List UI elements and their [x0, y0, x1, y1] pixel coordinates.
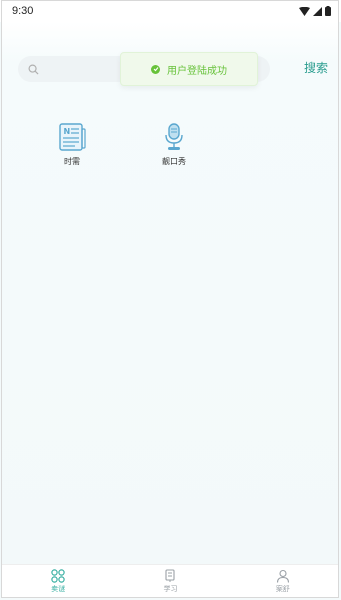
status-bar: 9:30 [0, 0, 341, 22]
login-success-toast: 用户登陆成功 [120, 52, 258, 86]
grid-item-label: 时需 [64, 157, 80, 166]
tab-profile[interactable]: 案舒 [253, 569, 313, 594]
book-icon [165, 569, 176, 582]
bottom-tab-bar: 卖谜 学习 案舒 [2, 564, 339, 598]
microphone-icon [165, 123, 183, 150]
grid-item-news[interactable]: N 时需 [32, 122, 112, 178]
feature-grid: N 时需 靓口秀 [32, 122, 292, 182]
search-button[interactable]: 搜索 [304, 59, 328, 76]
wifi-icon [299, 6, 310, 16]
tab-home[interactable]: 卖谜 [28, 569, 88, 594]
status-time: 9:30 [12, 5, 34, 17]
grid-item-label: 靓口秀 [162, 157, 186, 166]
svg-text:N: N [64, 127, 71, 136]
toast-message: 用户登陆成功 [167, 65, 227, 77]
tab-study[interactable]: 学习 [140, 569, 200, 594]
signal-icon [313, 6, 322, 16]
tab-label: 案舒 [275, 585, 290, 593]
user-icon [276, 569, 289, 583]
tab-label: 学习 [163, 585, 178, 593]
tab-label: 卖谜 [51, 585, 66, 593]
grid-item-talk-show[interactable]: 靓口秀 [134, 122, 214, 178]
newspaper-icon: N [59, 123, 86, 151]
check-circle-icon [151, 64, 160, 74]
status-icons [299, 6, 331, 16]
grid-icon [51, 569, 65, 583]
search-icon [28, 64, 39, 75]
battery-icon [325, 6, 331, 16]
main-content: 搜索 用户登陆成功 N 时需 靓口秀 [2, 22, 339, 564]
